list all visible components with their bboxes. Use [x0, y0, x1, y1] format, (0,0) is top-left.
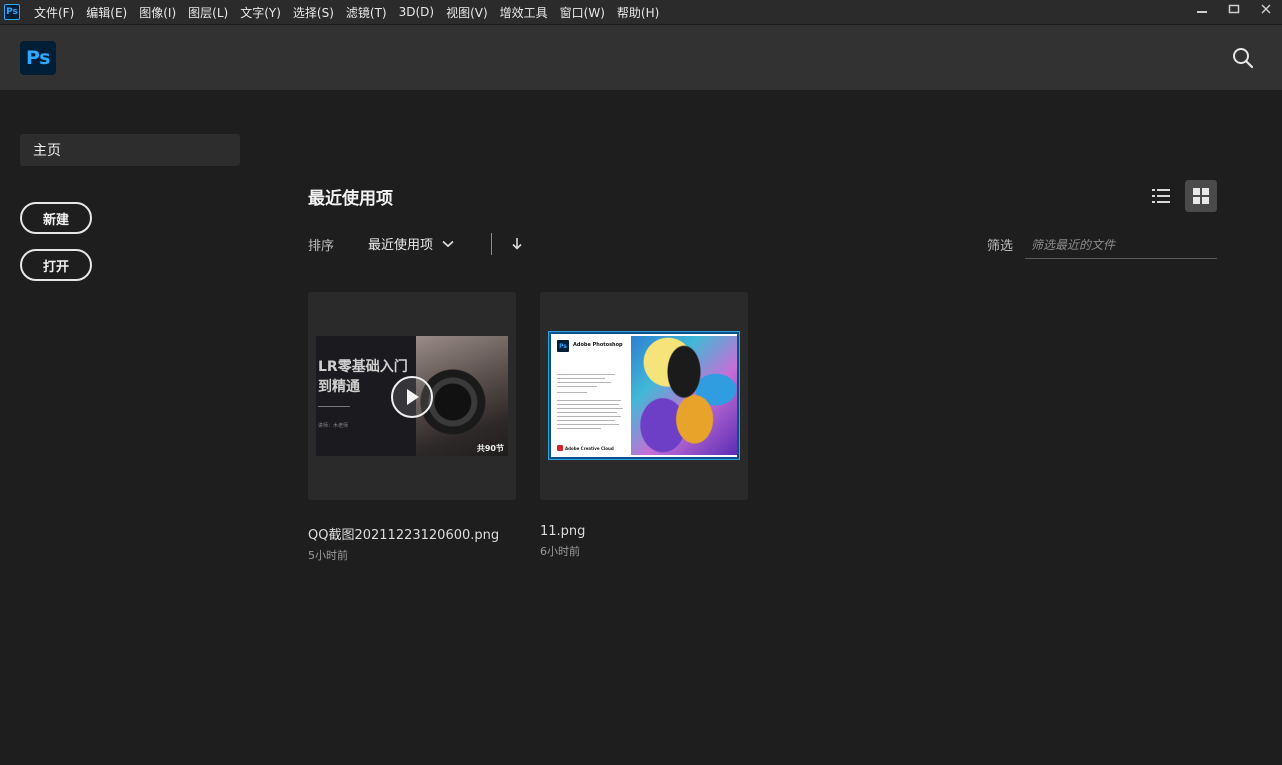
sort-select[interactable]: 最近使用项 [368, 234, 454, 253]
splash-text-line [557, 412, 617, 413]
maximize-icon [1228, 4, 1240, 14]
splash-text-line [557, 408, 623, 409]
list-view-icon [1152, 189, 1170, 203]
splash-text-line [557, 386, 597, 387]
splash-text-line [557, 420, 615, 421]
menu-view[interactable]: 视图(V) [440, 4, 494, 21]
open-button[interactable]: 打开 [20, 249, 92, 281]
filter-input[interactable] [1025, 231, 1217, 259]
grid-view-button[interactable] [1185, 180, 1217, 212]
home-header: Ps [0, 25, 1282, 90]
recent-file-card[interactable]: LR零基础入门 到精通 讲师：木老师 共90节 QQ截图202112231206… [308, 292, 516, 563]
thumb-badge: 共90节 [476, 444, 504, 453]
app-icon[interactable]: Ps [4, 4, 20, 20]
grid-view-icon [1193, 188, 1209, 204]
thumb-text-line2: 到精通 [318, 379, 360, 395]
sort-divider [491, 233, 492, 255]
search-button[interactable] [1232, 47, 1254, 69]
splash-text-line [557, 428, 601, 429]
minimize-icon [1197, 11, 1207, 13]
splash-screen: Ps Adobe Photoshop Adobe Creative Cloud [551, 334, 737, 457]
splash-text-line [557, 400, 621, 401]
sort-direction-button[interactable] [510, 236, 524, 252]
menu-file[interactable]: 文件(F) [28, 4, 80, 21]
window-controls [1186, 0, 1282, 18]
close-icon [1261, 4, 1271, 14]
splash-text-line [557, 404, 619, 405]
menu-window[interactable]: 窗口(W) [554, 4, 611, 21]
sort-label: 排序 [308, 239, 335, 254]
ps-logo: Ps [20, 41, 56, 75]
splash-title: Adobe Photoshop [573, 342, 623, 348]
menu-3d[interactable]: 3D(D) [393, 5, 440, 19]
chevron-down-icon [442, 240, 454, 247]
menu-select[interactable]: 选择(S) [287, 4, 340, 21]
splash-text-line [557, 416, 621, 417]
menu-bar: Ps 文件(F) 编辑(E) 图像(I) 图层(L) 文字(Y) 选择(S) 滤… [0, 0, 1282, 25]
maximize-button[interactable] [1218, 0, 1250, 18]
play-icon [391, 376, 433, 418]
minimize-button[interactable] [1186, 0, 1218, 18]
splash-text-line [557, 392, 587, 393]
file-thumbnail[interactable]: Ps Adobe Photoshop Adobe Creative Cloud [540, 292, 748, 500]
file-time: 6小时前 [540, 545, 580, 558]
splash-left-panel [551, 334, 629, 457]
thumb-small-text: 讲师：木老师 [318, 423, 349, 429]
splash-text-line [557, 382, 611, 383]
splash-text-line [557, 378, 605, 379]
file-name[interactable]: 11.png [540, 524, 748, 539]
menu-image[interactable]: 图像(I) [133, 4, 182, 21]
menu-filter[interactable]: 滤镜(T) [340, 4, 393, 21]
arrow-down-icon [512, 238, 522, 250]
file-thumbnail[interactable]: LR零基础入门 到精通 讲师：木老师 共90节 [308, 292, 516, 500]
splash-text-line [557, 424, 619, 425]
sort-selected-value: 最近使用项 [368, 238, 434, 253]
page-title: 最近使用项 [308, 189, 393, 209]
menu-edit[interactable]: 编辑(E) [80, 4, 133, 21]
menu-plugins[interactable]: 增效工具 [494, 4, 554, 21]
menu-layer[interactable]: 图层(L) [182, 4, 234, 21]
ps-mini-icon: Ps [557, 340, 569, 352]
new-button[interactable]: 新建 [20, 202, 92, 234]
sidebar-item-home[interactable]: 主页 [20, 134, 240, 166]
menu-help[interactable]: 帮助(H) [611, 4, 665, 21]
splash-footer: Adobe Creative Cloud [565, 446, 614, 451]
thumbnail-image: Ps Adobe Photoshop Adobe Creative Cloud [548, 331, 740, 460]
thumbnail-image: LR零基础入门 到精通 讲师：木老师 共90节 [316, 336, 508, 456]
filter-label: 筛选 [987, 239, 1014, 254]
search-icon [1233, 48, 1254, 69]
file-time: 5小时前 [308, 549, 348, 562]
list-view-button[interactable] [1145, 180, 1177, 212]
close-button[interactable] [1250, 0, 1282, 18]
thumb-text-line1: LR零基础入门 [318, 359, 408, 375]
splash-artwork [631, 336, 737, 455]
splash-text-line [557, 374, 615, 375]
file-name[interactable]: QQ截图20211223120600.png [308, 524, 516, 543]
menu-type[interactable]: 文字(Y) [234, 4, 287, 21]
recent-file-card[interactable]: Ps Adobe Photoshop Adobe Creative Cloud [540, 292, 748, 559]
creative-cloud-icon [557, 445, 563, 451]
thumb-divider [318, 406, 350, 407]
